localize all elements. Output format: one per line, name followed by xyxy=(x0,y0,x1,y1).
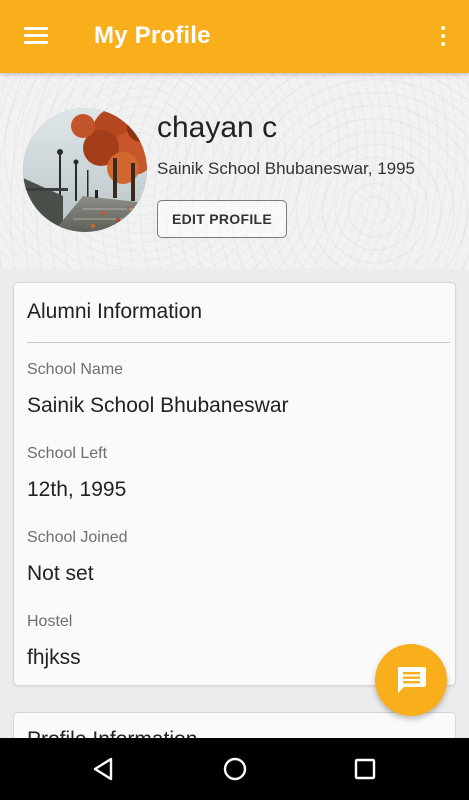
school-joined-label: School Joined xyxy=(27,529,128,546)
card-divider xyxy=(27,342,450,343)
hostel-value: fhjkss xyxy=(27,646,81,669)
edit-profile-button[interactable]: EDIT PROFILE xyxy=(157,200,287,238)
alumni-information-card: Alumni Information School Name Sainik Sc… xyxy=(13,282,456,686)
recents-button[interactable] xyxy=(350,754,380,784)
home-circle-icon xyxy=(223,757,247,781)
school-name-value: Sainik School Bhubaneswar xyxy=(27,394,289,417)
back-button[interactable] xyxy=(89,754,119,784)
school-name-label: School Name xyxy=(27,361,124,378)
back-triangle-icon xyxy=(93,757,113,781)
hamburger-menu-icon[interactable] xyxy=(24,26,48,46)
profile-school-year: Sainik School Bhubaneswar, 1995 xyxy=(157,159,416,178)
more-vert-icon[interactable] xyxy=(439,24,447,48)
school-left-label: School Left xyxy=(27,445,108,462)
home-button[interactable] xyxy=(220,754,250,784)
profile-name: chayan c xyxy=(157,111,278,144)
card-title: Alumni Information xyxy=(27,300,203,323)
app-bar: My Profile xyxy=(0,0,469,73)
school-left-value: 12th, 1995 xyxy=(27,478,127,501)
avatar-photo-icon xyxy=(23,108,147,232)
app-screen: My Profile chayan c Sainik School Bhuban… xyxy=(0,0,469,800)
school-joined-value: Not set xyxy=(27,562,94,585)
profile-header: chayan c Sainik School Bhubaneswar, 1995… xyxy=(0,73,469,269)
hostel-label: Hostel xyxy=(27,613,73,630)
page-title: My Profile xyxy=(94,22,211,49)
chat-fab-button[interactable] xyxy=(375,644,447,716)
system-navigation-bar xyxy=(0,738,469,800)
avatar[interactable] xyxy=(23,108,147,232)
chat-message-icon xyxy=(398,667,426,693)
recents-square-icon xyxy=(354,758,376,780)
